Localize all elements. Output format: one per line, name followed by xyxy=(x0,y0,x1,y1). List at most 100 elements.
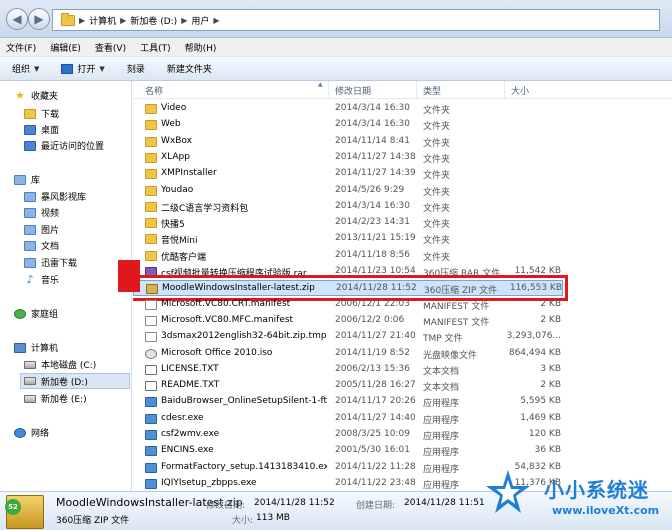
folder-row[interactable]: Web 2014/3/14 16:30 文件夹 xyxy=(133,117,563,133)
zip-archive-icon: 52 xyxy=(5,495,44,529)
drive-icon xyxy=(24,360,36,369)
file-row[interactable]: 3dsmax2012english32-64bit.zip.tmp 2014/11… xyxy=(133,329,563,345)
nav-drive-c[interactable]: 本地磁盘 (C:) xyxy=(24,358,96,371)
nav-computer[interactable]: 计算机 xyxy=(14,341,58,354)
nav-label: 文档 xyxy=(41,242,60,252)
file-type: 文本文档 xyxy=(423,383,460,394)
back-button[interactable]: ◀ xyxy=(6,8,28,30)
file-row[interactable]: cdesr.exe 2014/11/27 14:40 应用程序 1,469 KB xyxy=(133,411,563,427)
file-type: 文件夹 xyxy=(423,252,451,263)
open-button[interactable]: 打开 ▼ xyxy=(61,62,105,75)
menu-view[interactable]: 查看(V) xyxy=(95,41,126,54)
file-modified: 2006/12/2 0:06 xyxy=(335,314,405,325)
file-type: 应用程序 xyxy=(423,415,460,426)
file-name: cdesr.exe xyxy=(161,412,204,423)
details-modified-value: 2014/11/28 11:52 xyxy=(254,498,335,508)
details-created-label: 创建日期: xyxy=(356,501,396,511)
nav-thunder[interactable]: 迅雷下载 xyxy=(24,256,77,269)
folder-row[interactable]: XLApp 2014/11/27 14:38 文件夹 xyxy=(133,150,563,166)
chevron-down-icon: ▼ xyxy=(99,64,105,73)
column-size[interactable]: 大小 xyxy=(505,81,563,99)
file-modified: 2005/11/28 16:27 xyxy=(335,380,416,391)
file-name: README.TXT xyxy=(161,380,220,391)
nav-label: 库 xyxy=(31,176,41,186)
menu-bar: 文件(F) 编辑(E) 查看(V) 工具(T) 帮助(H) xyxy=(0,38,672,57)
breadcrumb-users[interactable]: 用户 xyxy=(191,14,209,27)
file-row[interactable]: LICENSE.TXT 2006/2/13 15:36 文本文档 3 KB xyxy=(133,362,563,378)
folder-row[interactable]: Video 2014/3/14 16:30 文件夹 xyxy=(133,101,563,117)
file-row[interactable]: csf2wmv.exe 2008/3/25 10:09 应用程序 120 KB xyxy=(133,427,563,443)
file-row[interactable]: csf视频批量转换压缩程序试验版.rar 2014/11/23 10:54 360压… xyxy=(133,264,563,280)
nav-music[interactable]: ♪ 音乐 xyxy=(24,273,59,286)
forward-button[interactable]: ▶ xyxy=(28,8,50,30)
organize-button[interactable]: 组织 ▼ xyxy=(12,62,39,76)
file-name: Web xyxy=(161,119,181,130)
menu-file[interactable]: 文件(F) xyxy=(6,41,36,54)
file-name: 3dsmax2012english32-64bit.zip.tmp xyxy=(161,331,327,342)
column-name[interactable]: 名称 xyxy=(133,81,329,99)
file-size: 120 KB xyxy=(528,429,561,439)
nav-libraries[interactable]: 库 xyxy=(14,173,40,186)
new-folder-button[interactable]: 新建文件夹 xyxy=(167,62,212,75)
file-name: Video xyxy=(161,103,187,113)
folder-row[interactable]: 音悦Mini 2013/11/21 15:19 文件夹 xyxy=(133,231,563,247)
file-modified: 2008/3/25 10:09 xyxy=(335,429,410,439)
new-folder-label: 新建文件夹 xyxy=(166,65,212,75)
file-modified: 2014/3/14 16:30 xyxy=(335,103,410,113)
drive-icon xyxy=(24,377,36,385)
column-type[interactable]: 类型 xyxy=(417,81,505,99)
column-label: 类型 xyxy=(423,86,442,97)
file-row[interactable]: Microsoft.VC80.CRT.manifest 2006/12/1 22:… xyxy=(133,297,563,313)
folder-row[interactable]: XMPInstaller 2014/11/27 14:39 文件夹 xyxy=(133,166,563,182)
file-size: 2 KB xyxy=(540,298,561,309)
nav-favorites[interactable]: ★ 收藏夹 xyxy=(14,89,58,102)
menu-help[interactable]: 帮助(H) xyxy=(185,41,217,54)
breadcrumb-drive-d[interactable]: 新加卷 (D:) xyxy=(130,14,177,27)
nav-pictures[interactable]: 图片 xyxy=(24,223,59,236)
file-modified: 2014/11/27 14:40 xyxy=(335,412,416,423)
red-highlight-marker xyxy=(118,260,140,292)
nav-network[interactable]: 网络 xyxy=(14,426,49,439)
nav-homegroup[interactable]: 家庭组 xyxy=(14,307,58,320)
file-row[interactable]: Microsoft.VC80.MFC.manifest 2006/12/2 0:0… xyxy=(133,313,563,329)
nav-documents[interactable]: 文档 xyxy=(24,239,59,252)
address-box[interactable]: ▶ 计算机 ▶ 新加卷 (D:) ▶ 用户 ▶ xyxy=(52,9,660,31)
file-row[interactable]: Microsoft Office 2010.iso 2014/11/19 8:52… xyxy=(133,346,563,362)
nav-drive-e[interactable]: 新加卷 (E:) xyxy=(24,392,87,405)
folder-row[interactable]: 优酷客户端 2014/11/18 8:56 文件夹 xyxy=(133,248,563,264)
folder-row[interactable]: Youdao 2014/5/26 9:29 文件夹 xyxy=(133,183,563,199)
exe-icon xyxy=(145,462,157,473)
nav-recent[interactable]: 最近访问的位置 xyxy=(24,139,104,152)
folder-row[interactable]: WxBox 2014/11/14 8:41 文件夹 xyxy=(133,134,563,150)
chevron-right-icon: ▶ xyxy=(181,15,188,25)
nav-drive-d[interactable]: 新加卷 (D:) xyxy=(20,373,130,389)
file-modified: 2014/11/14 8:41 xyxy=(335,135,410,146)
file-name: WxBox xyxy=(161,135,192,146)
nav-storm[interactable]: 暴风影视库 xyxy=(24,190,86,203)
folder-icon xyxy=(145,250,157,261)
file-row[interactable]: MoodleWindowsInstaller-latest.zip 2014/11… xyxy=(133,275,568,302)
nav-label: 音乐 xyxy=(41,276,60,286)
watermark-url: www.iloveXt.com xyxy=(552,504,660,517)
file-name: 优酷客户端 xyxy=(161,252,207,263)
nav-desktop[interactable]: 桌面 xyxy=(24,123,59,136)
menu-tools[interactable]: 工具(T) xyxy=(140,41,171,54)
menu-edit[interactable]: 编辑(E) xyxy=(50,41,81,54)
nav-videos[interactable]: 视频 xyxy=(24,206,59,219)
folder-row[interactable]: 快播5 2014/2/23 14:31 文件夹 xyxy=(133,215,563,231)
nav-label: 家庭组 xyxy=(31,310,59,320)
file-size: 864,494 KB xyxy=(508,347,561,358)
file-row[interactable]: README.TXT 2005/11/28 16:27 文本文档 2 KB xyxy=(133,378,563,394)
file-name: csf视频批量转换压缩程序试验版.rar xyxy=(161,269,307,279)
file-type: 360压缩 ZIP 文件 xyxy=(424,286,498,297)
file-size: 11,542 KB xyxy=(514,266,561,276)
exe-icon xyxy=(145,413,157,424)
column-modified[interactable]: 修改日期 xyxy=(329,81,417,99)
file-row[interactable]: BaiduBrowser_OnlineSetupSilent-1-ft... 20… xyxy=(133,394,563,410)
nav-downloads[interactable]: 下载 xyxy=(24,107,59,120)
chevron-right-icon: ▶ xyxy=(79,15,86,25)
file-size: 36 KB xyxy=(534,445,561,456)
breadcrumb-computer[interactable]: 计算机 xyxy=(89,14,116,27)
burn-button[interactable]: 刻录 xyxy=(127,62,145,75)
folder-row[interactable]: 二级C语言学习资料包 2014/3/14 16:30 文件夹 xyxy=(133,199,563,215)
